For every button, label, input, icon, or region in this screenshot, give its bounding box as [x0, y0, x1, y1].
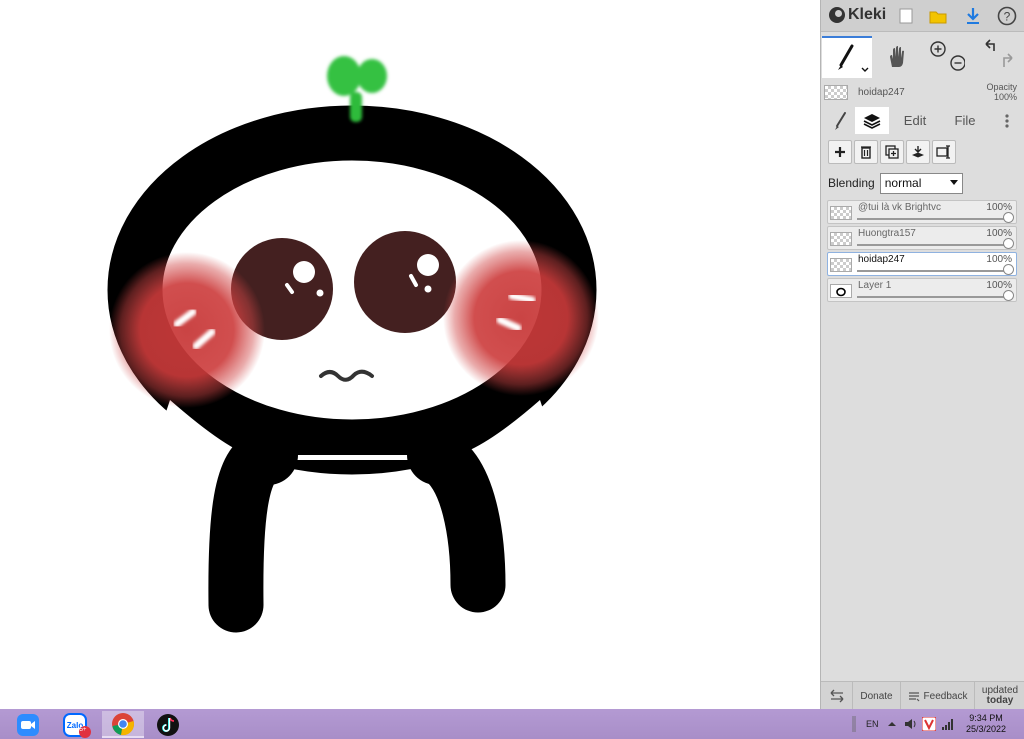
more-menu-icon[interactable]	[997, 107, 1017, 134]
feedback-button[interactable]: Feedback	[901, 682, 975, 710]
zoom-out-icon[interactable]	[950, 55, 965, 71]
hand-tool-button[interactable]	[877, 36, 917, 78]
zalo-badge: 5+	[79, 727, 87, 733]
merge-layer-icon[interactable]	[906, 140, 930, 164]
layer-opacity-handle[interactable]	[1003, 264, 1014, 275]
current-layer-opacity: Opacity 100%	[986, 82, 1017, 102]
chevron-up-icon[interactable]	[888, 709, 896, 739]
layer-opacity-slider[interactable]	[857, 270, 1010, 272]
kleki-logo-icon	[829, 7, 845, 23]
zoom-icon[interactable]	[8, 711, 48, 738]
brush-icon	[838, 44, 869, 72]
layer-name: Huongtra157	[858, 228, 916, 239]
current-layer-name: hoidap247	[858, 87, 905, 98]
app-title: Kleki	[848, 6, 887, 23]
blending-value: normal	[884, 176, 922, 190]
tab-brush[interactable]	[825, 107, 855, 134]
layer-thumbnail	[830, 258, 852, 272]
chrome-icon[interactable]	[102, 711, 144, 738]
zalo-icon[interactable]: Zalo 5+	[54, 711, 98, 738]
panel-bottom-bar: Donate Feedback updated today	[821, 681, 1024, 710]
layer-opacity-slider[interactable]	[857, 296, 1010, 298]
layer-opacity-slider[interactable]	[857, 244, 1010, 246]
swap-sides-icon[interactable]	[821, 682, 853, 710]
duplicate-layer-icon[interactable]	[880, 140, 904, 164]
layer-opacity-slider[interactable]	[857, 218, 1010, 220]
drawing-canvas[interactable]	[0, 0, 820, 709]
tab-edit[interactable]: Edit	[895, 107, 935, 134]
kleki-logo[interactable]: Kleki	[829, 6, 886, 24]
download-icon[interactable]	[962, 5, 984, 27]
svg-text:?: ?	[1004, 10, 1011, 24]
tab-layers[interactable]	[855, 107, 889, 134]
layer-list: @tui là vk Brightvc 100% Huongtra157 100…	[827, 200, 1017, 304]
network-icon[interactable]	[941, 709, 955, 739]
kleki-app: Kleki ? hoidap247 Opacity 100% Edit File…	[0, 0, 1024, 739]
windows-taskbar: Zalo 5+ EN 9:34 PM 25/3/2022	[0, 709, 1024, 739]
panel-top-bar: Kleki ?	[821, 0, 1024, 32]
current-layer-row[interactable]: hoidap247 Opacity 100%	[821, 80, 1024, 106]
new-image-icon[interactable]	[895, 5, 917, 27]
tool-bar	[821, 36, 1024, 80]
layer-tool-buttons	[821, 140, 1024, 168]
feedback-icon	[908, 692, 919, 702]
language-indicator[interactable]: EN	[866, 709, 879, 739]
taskbar-divider	[852, 709, 860, 739]
layer-opacity-handle[interactable]	[1003, 290, 1014, 301]
layer-opacity-handle[interactable]	[1003, 238, 1014, 249]
layer-thumbnail	[830, 284, 852, 298]
undo-redo-controls	[977, 36, 1021, 78]
layer-opacity-handle[interactable]	[1003, 212, 1014, 223]
vivaldi-icon[interactable]	[922, 709, 936, 739]
kleki-side-panel: Kleki ? hoidap247 Opacity 100% Edit File…	[820, 0, 1024, 710]
chevron-down-icon	[949, 180, 958, 185]
tab-file[interactable]: File	[945, 107, 985, 134]
rename-layer-icon[interactable]	[932, 140, 956, 164]
layer-item-selected[interactable]: hoidap247 100%	[827, 252, 1017, 276]
clock-time: 9:34 PM	[969, 713, 1003, 723]
layers-icon	[863, 113, 881, 129]
layer-item[interactable]: Layer 1 100%	[827, 278, 1017, 302]
layer-name: @tui là vk Brightvc	[858, 202, 941, 213]
blending-label: Blending	[828, 176, 875, 190]
current-layer-thumbnail	[824, 85, 848, 100]
panel-tabs: Edit File	[821, 107, 1024, 134]
clock-date: 25/3/2022	[965, 724, 1007, 734]
redo-icon[interactable]	[1003, 53, 1013, 67]
zoom-controls	[925, 36, 965, 78]
brush-icon	[835, 111, 846, 130]
undo-icon[interactable]	[985, 39, 995, 51]
layer-name: Layer 1	[858, 280, 892, 291]
brush-tool-button[interactable]	[822, 36, 872, 78]
canvas-artwork	[107, 56, 599, 633]
layer-name: hoidap247	[858, 254, 905, 265]
zoom-in-icon[interactable]	[930, 41, 946, 57]
volume-icon[interactable]	[904, 709, 918, 739]
open-folder-icon[interactable]	[927, 5, 949, 27]
layer-item[interactable]: Huongtra157 100%	[827, 226, 1017, 250]
delete-layer-icon[interactable]	[854, 140, 878, 164]
hand-icon	[890, 46, 904, 67]
help-icon[interactable]: ?	[996, 5, 1018, 27]
blending-select[interactable]: normal	[879, 172, 963, 194]
blending-row: Blending normal	[828, 172, 1018, 194]
donate-button[interactable]: Donate	[853, 682, 901, 710]
updated-indicator: updated today	[981, 685, 1019, 706]
layer-item[interactable]: @tui là vk Brightvc 100%	[827, 200, 1017, 224]
add-layer-icon[interactable]	[828, 140, 852, 164]
layer-thumbnail	[830, 206, 852, 220]
system-clock[interactable]: 9:34 PM 25/3/2022	[956, 713, 1016, 735]
tiktok-icon[interactable]	[148, 711, 188, 738]
layer-thumbnail	[830, 232, 852, 246]
